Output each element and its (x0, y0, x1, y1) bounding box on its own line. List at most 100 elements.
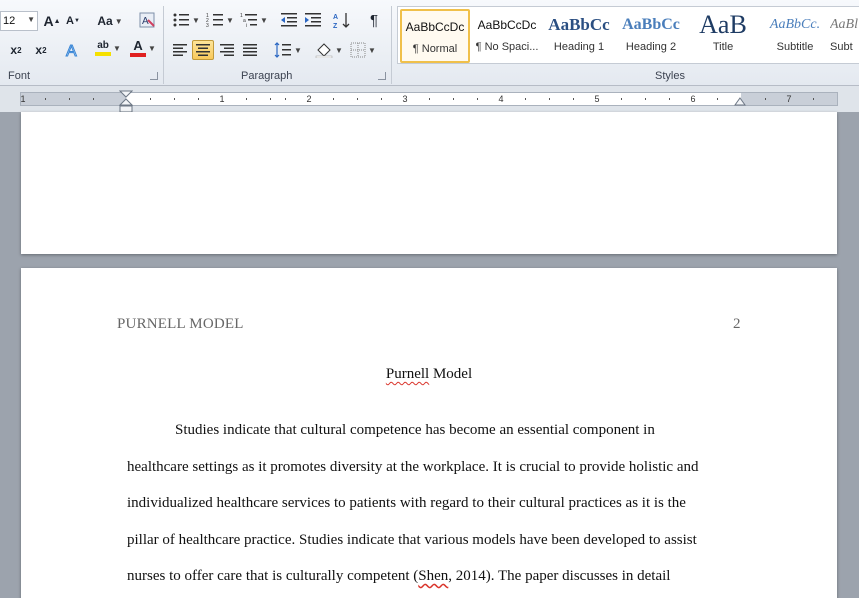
ruler-tick (198, 98, 199, 100)
highlight-icon: ab (95, 40, 112, 56)
sort-button[interactable]: A Z (331, 10, 353, 30)
paragraph-group-label: Paragraph (241, 70, 293, 82)
running-head: PURNELL MODEL (117, 316, 244, 332)
style-subtle-emphasis[interactable]: AaBl Subt (830, 9, 859, 63)
indent-marker-icon[interactable] (119, 90, 133, 114)
ruler-tick (270, 98, 271, 100)
style-sample: AaBl (830, 17, 858, 32)
multilevel-list-icon: 1 a i (240, 13, 258, 28)
body-line-4: pillar of healthcare practice. Studies i… (127, 532, 697, 548)
ruler-tick (453, 98, 454, 100)
page-2[interactable]: PURNELL MODEL 2 Purnell Model Studies in… (21, 268, 837, 598)
borders-icon (350, 42, 366, 58)
page-1[interactable] (21, 112, 837, 254)
text-effects-button[interactable]: A (62, 40, 84, 60)
shading-button[interactable]: ▼ (314, 40, 344, 60)
ruler-tick (813, 98, 814, 100)
align-center-button[interactable] (192, 40, 214, 60)
paragraph-dialog-launcher[interactable] (378, 72, 386, 80)
svg-text:A: A (142, 16, 149, 27)
style-sample: AaB (699, 10, 747, 39)
increase-indent-button[interactable] (302, 10, 324, 30)
highlight-color-bar (95, 51, 112, 56)
shrink-font-icon: A (66, 15, 74, 27)
title-word: Model (429, 366, 473, 382)
styles-gallery: AaBbCcDc ¶ Normal AaBbCcDc ¶ No Spaci...… (397, 6, 859, 64)
change-case-button[interactable]: Aa ▼ (95, 11, 125, 31)
right-indent-marker-icon[interactable] (734, 97, 746, 107)
ruler-tick (381, 98, 382, 100)
svg-text:Z: Z (333, 23, 338, 29)
numbering-button[interactable]: 1 2 3 ▼ (204, 10, 236, 30)
grow-font-button[interactable]: A ▲ (42, 11, 62, 31)
align-right-icon (220, 44, 234, 56)
align-left-button[interactable] (170, 40, 190, 60)
body-text: , 2014). The paper discusses in detail (448, 568, 671, 584)
change-case-icon: Aa (97, 14, 113, 28)
ruler-number: 2 (306, 94, 312, 104)
superscript-button[interactable]: x2 (30, 40, 52, 60)
ruler-left-margin (21, 93, 126, 105)
ruler-number: 4 (498, 94, 504, 104)
body-line-1: Studies indicate that cultural competenc… (175, 422, 655, 438)
body-line-5: nurses to offer care that is culturally … (127, 568, 670, 585)
multilevel-list-button[interactable]: 1 a i ▼ (238, 10, 270, 30)
ruler-tick (549, 98, 550, 100)
ruler-number: 1 (20, 94, 26, 104)
ruler-tick (69, 98, 70, 100)
bullets-button[interactable]: ▼ (170, 10, 202, 30)
text-effects-icon: A (66, 43, 78, 60)
justify-button[interactable] (240, 40, 260, 60)
style-heading-2[interactable]: AaBbCc Heading 2 (616, 9, 686, 63)
style-heading-1[interactable]: AaBbCc Heading 1 (544, 9, 614, 63)
style-name: Subt (830, 41, 853, 53)
font-dialog-launcher[interactable] (150, 72, 158, 80)
ruler-tick (45, 98, 46, 100)
shrink-font-button[interactable]: A ▼ (64, 11, 82, 31)
font-size-select[interactable]: 12 ▼ (0, 11, 38, 31)
ruler-tick (93, 98, 94, 100)
decrease-indent-button[interactable] (278, 10, 300, 30)
line-spacing-button[interactable]: ▼ (272, 40, 304, 60)
font-color-button[interactable]: A ▼ (128, 38, 158, 58)
borders-button[interactable]: ▼ (348, 40, 378, 60)
align-right-button[interactable] (217, 40, 237, 60)
bullet-list-icon (173, 13, 190, 27)
ruler-tick (477, 98, 478, 100)
clear-formatting-button[interactable]: A (136, 10, 158, 30)
style-no-spacing[interactable]: AaBbCcDc ¶ No Spaci... (472, 9, 542, 63)
page-number: 2 (733, 316, 741, 332)
font-color-bar (130, 52, 147, 57)
body-line-3: individualized healthcare services to pa… (127, 495, 686, 511)
show-formatting-button[interactable]: ¶ (364, 10, 384, 30)
group-divider (163, 6, 164, 84)
svg-text:i: i (246, 23, 247, 28)
horizontal-ruler[interactable]: 1 1 2 3 4 5 6 7 (20, 92, 838, 106)
style-title[interactable]: AaB Title (688, 9, 758, 63)
title-word-spellcheck: Purnell (385, 366, 430, 382)
style-sample: AaBbCc (622, 16, 680, 33)
highlight-button[interactable]: ab ▼ (92, 38, 124, 58)
pilcrow-icon: ¶ (369, 11, 379, 29)
font-color-icon: A (130, 39, 147, 57)
style-name: Heading 1 (553, 41, 605, 53)
document-title: Purnell Model (21, 366, 837, 383)
ruler-tick (429, 98, 430, 100)
subscript-button[interactable]: x2 (4, 40, 28, 60)
style-normal[interactable]: AaBbCcDc ¶ Normal (400, 9, 470, 63)
ribbon: 12 ▼ A ▲ A ▼ Aa ▼ A x2 x2 A ab ▼ A ▼ Fon… (0, 0, 859, 86)
body-line-2: healthcare settings as it promotes diver… (127, 459, 699, 475)
clear-formatting-icon: A (139, 12, 155, 28)
ruler-tick (150, 98, 151, 100)
style-subtitle[interactable]: AaBbCc. Subtitle (760, 9, 830, 63)
grow-font-icon: A (43, 13, 54, 29)
sort-icon: A Z (333, 13, 350, 29)
increase-indent-icon (305, 13, 321, 27)
numbered-list-icon: 1 2 3 (206, 13, 224, 28)
line-spacing-icon (274, 42, 292, 58)
styles-group-label: Styles (655, 70, 685, 82)
group-divider (391, 6, 392, 84)
align-left-icon (173, 44, 187, 56)
ruler-tick (765, 98, 766, 100)
ruler-tick (717, 98, 718, 100)
